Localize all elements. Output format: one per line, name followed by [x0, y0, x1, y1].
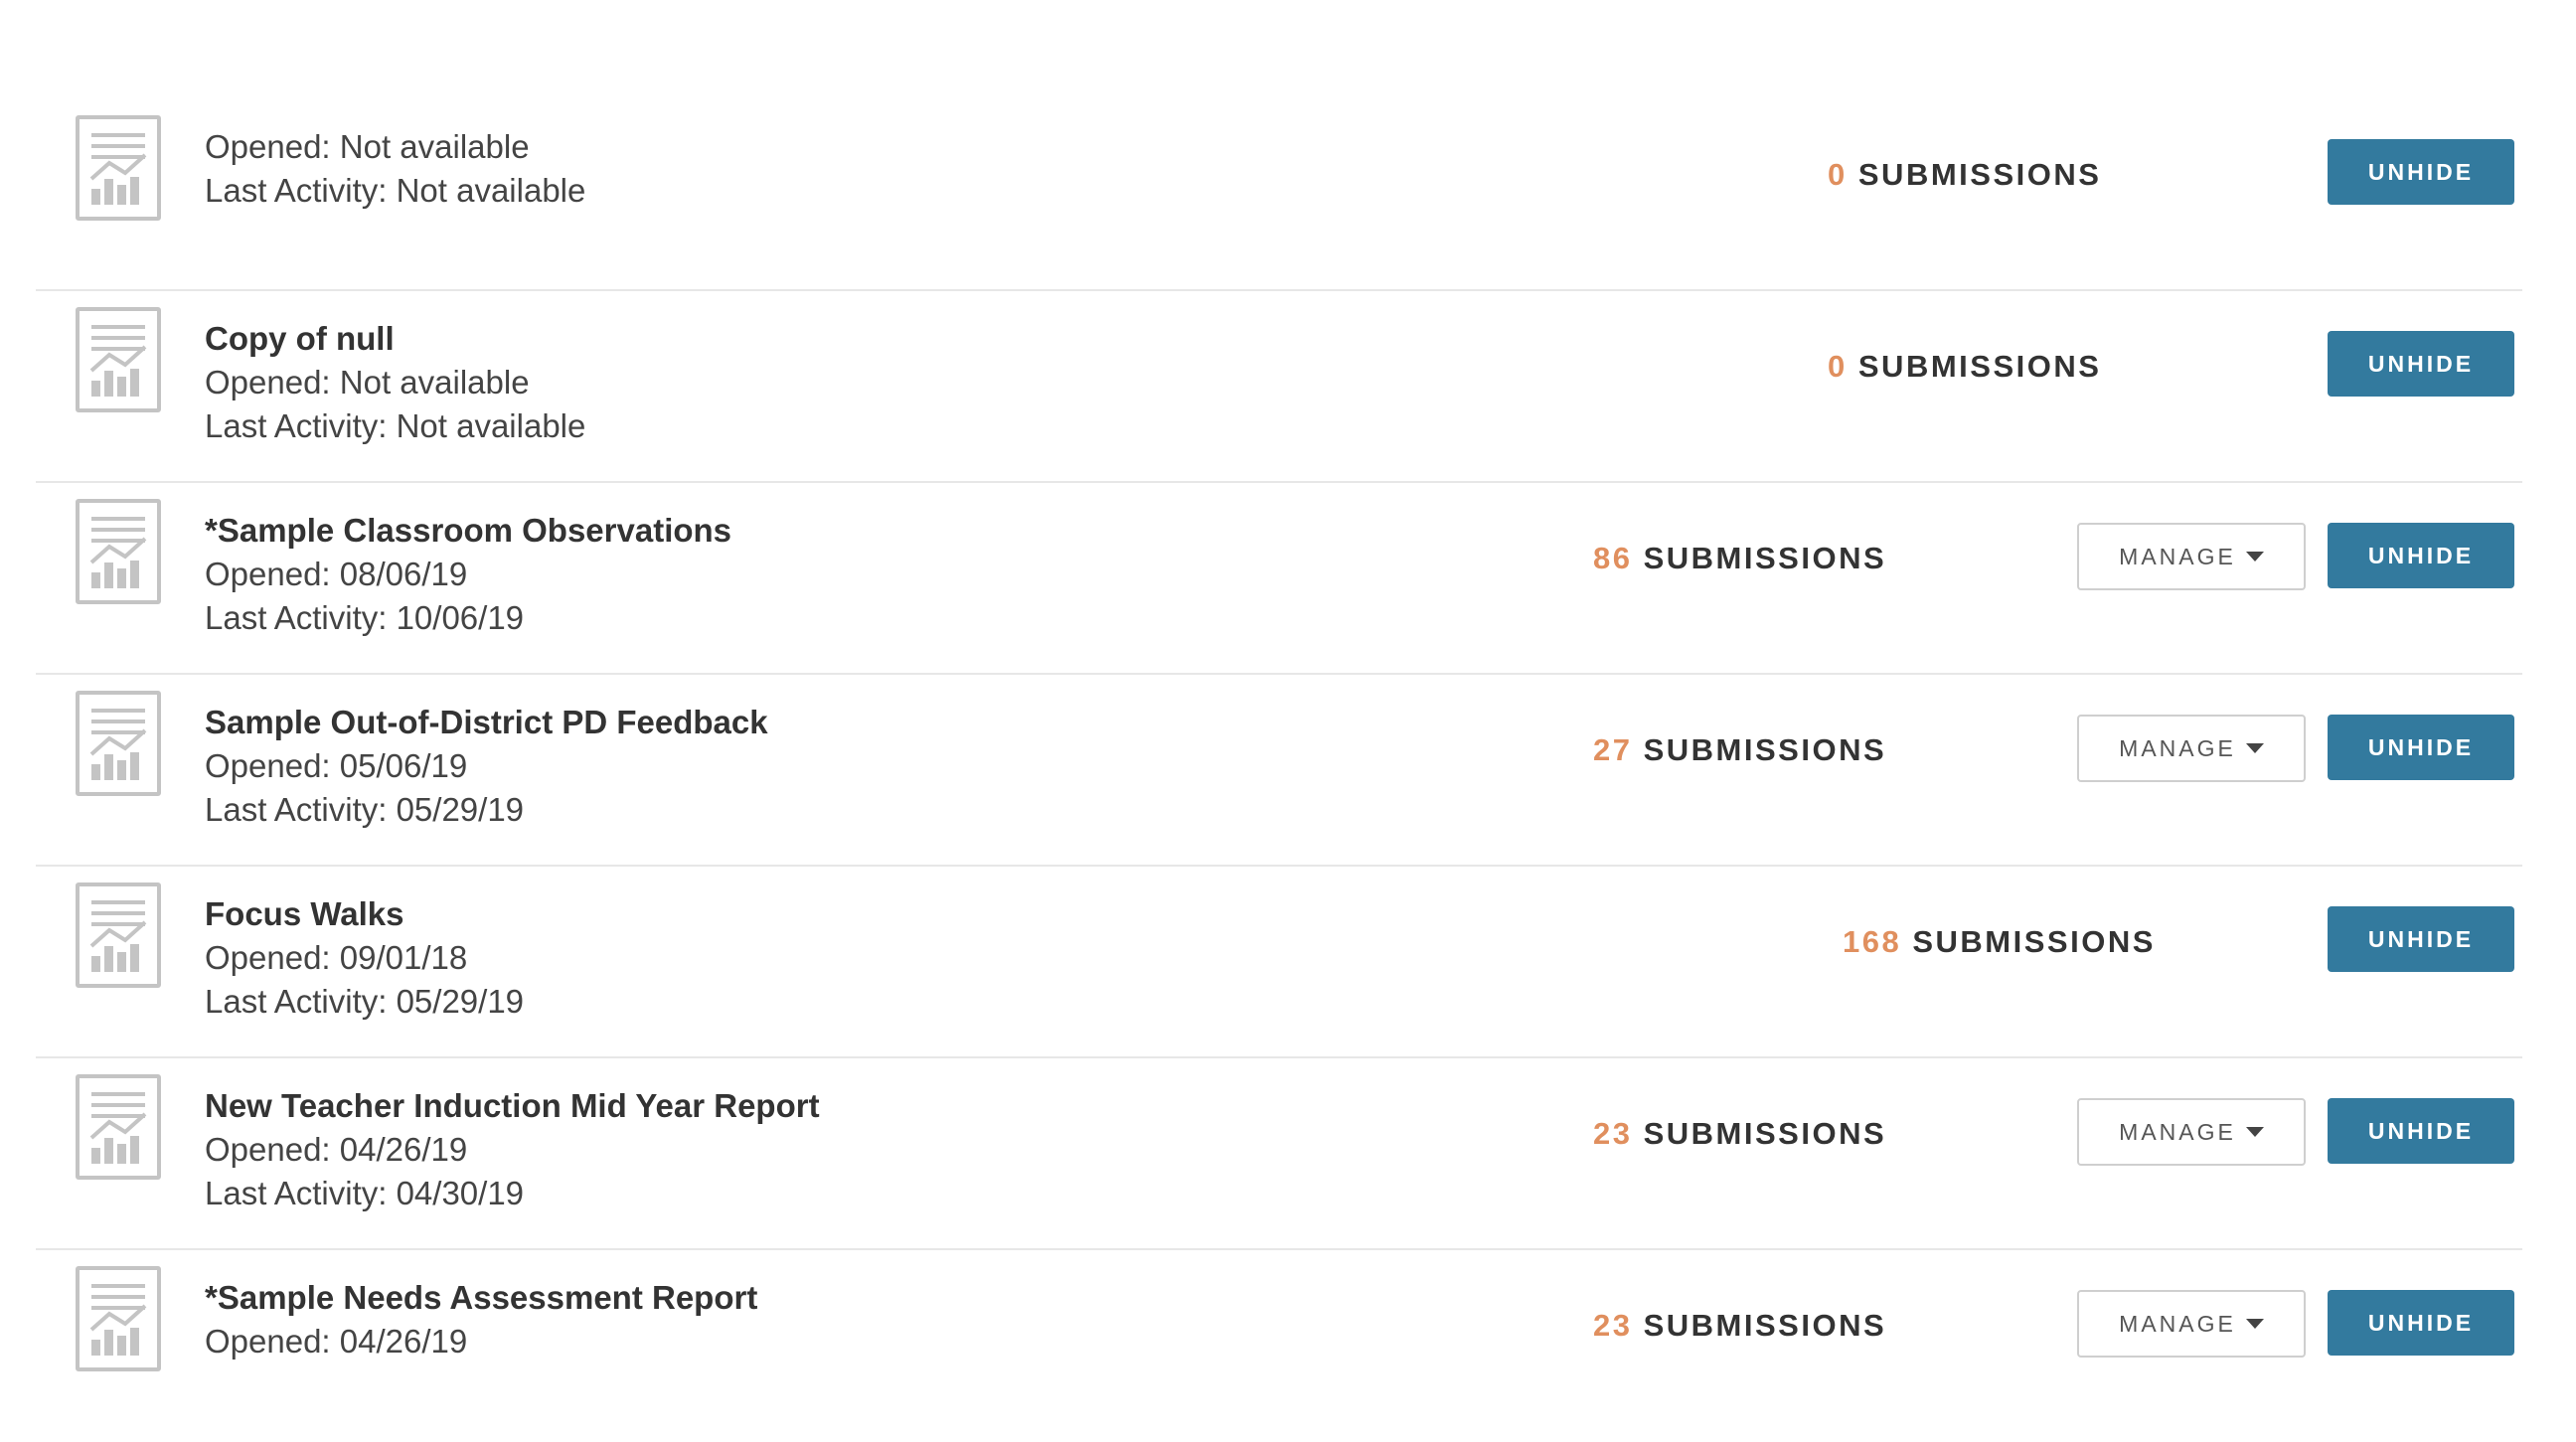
submission-number: 23 [1593, 1116, 1633, 1151]
submissions-count: 168 SUBMISSIONS [1843, 924, 2156, 960]
opened-date: Opened: 09/01/18 [205, 939, 468, 976]
submissions-label: SUBMISSIONS [1857, 349, 2102, 384]
form-info: *Sample Classroom Observations Opened: 0… [205, 509, 731, 640]
manage-dropdown-button[interactable]: MANAGE [2077, 1290, 2306, 1358]
submission-number: 27 [1593, 732, 1633, 767]
form-title[interactable]: Copy of null [205, 317, 585, 361]
form-info: *Sample Needs Assessment Report Opened: … [205, 1276, 757, 1363]
submissions-label: SUBMISSIONS [1643, 732, 1887, 767]
unhide-button[interactable]: UNHIDE [2328, 1290, 2514, 1356]
last-activity: Last Activity: Not available [205, 172, 586, 209]
manage-dropdown-button[interactable]: MANAGE [2077, 715, 2306, 782]
manage-label: MANAGE [2119, 1310, 2236, 1337]
unhide-button[interactable]: UNHIDE [2328, 1098, 2514, 1164]
last-activity: Last Activity: 05/29/19 [205, 791, 525, 828]
opened-date: Opened: 05/06/19 [205, 747, 468, 784]
last-activity: Last Activity: 04/30/19 [205, 1175, 525, 1211]
form-info: New Teacher Induction Mid Year Report Op… [205, 1084, 820, 1215]
opened-date: Opened: 04/26/19 [205, 1131, 468, 1168]
form-info: Opened: Not available Last Activity: Not… [205, 125, 585, 213]
submissions-count: 0 SUBMISSIONS [1828, 349, 2101, 385]
list-item: Opened: Not available Last Activity: Not… [36, 99, 2522, 291]
caret-down-icon [2245, 552, 2264, 561]
submissions-count: 23 SUBMISSIONS [1593, 1308, 1886, 1344]
list-item: *Sample Needs Assessment Report Opened: … [36, 1250, 2522, 1442]
opened-date: Opened: 04/26/19 [205, 1323, 468, 1360]
opened-date: Opened: Not available [205, 364, 530, 401]
submissions-label: SUBMISSIONS [1643, 1116, 1887, 1151]
manage-label: MANAGE [2119, 734, 2236, 761]
last-activity: Last Activity: 05/29/19 [205, 983, 525, 1020]
manage-label: MANAGE [2119, 1118, 2236, 1145]
opened-date: Opened: Not available [205, 128, 530, 165]
form-info: Sample Out-of-District PD Feedback Opene… [205, 701, 768, 832]
form-info: Focus Walks Opened: 09/01/18 Last Activi… [205, 892, 524, 1024]
form-title[interactable]: Sample Out-of-District PD Feedback [205, 701, 768, 744]
submissions-count: 0 SUBMISSIONS [1828, 157, 2101, 193]
submissions-count: 86 SUBMISSIONS [1593, 541, 1886, 576]
list-item: Copy of null Opened: Not available Last … [36, 291, 2522, 483]
unhide-button[interactable]: UNHIDE [2328, 331, 2514, 397]
unhide-button[interactable]: UNHIDE [2328, 139, 2514, 205]
last-activity: Last Activity: 10/06/19 [205, 599, 525, 636]
report-document-icon [76, 307, 161, 412]
submissions-label: SUBMISSIONS [1643, 1308, 1887, 1343]
report-document-icon [76, 1074, 161, 1180]
submissions-count: 27 SUBMISSIONS [1593, 732, 1886, 768]
submission-number: 86 [1593, 541, 1633, 575]
manage-dropdown-button[interactable]: MANAGE [2077, 523, 2306, 590]
unhide-button[interactable]: UNHIDE [2328, 523, 2514, 588]
last-activity: Last Activity: Not available [205, 407, 586, 444]
report-document-icon [76, 115, 161, 221]
submissions-label: SUBMISSIONS [1912, 924, 2156, 959]
list-item: *Sample Classroom Observations Opened: 0… [36, 483, 2522, 675]
list-item: New Teacher Induction Mid Year Report Op… [36, 1058, 2522, 1250]
report-document-icon [76, 499, 161, 604]
caret-down-icon [2245, 1127, 2264, 1137]
form-title[interactable]: *Sample Classroom Observations [205, 509, 731, 553]
form-title[interactable]: *Sample Needs Assessment Report [205, 1276, 757, 1320]
submission-number: 0 [1828, 349, 1848, 384]
unhide-button[interactable]: UNHIDE [2328, 906, 2514, 972]
report-document-icon [76, 1266, 161, 1371]
caret-down-icon [2245, 743, 2264, 753]
submission-number: 0 [1828, 157, 1848, 192]
submissions-label: SUBMISSIONS [1643, 541, 1887, 575]
unhide-button[interactable]: UNHIDE [2328, 715, 2514, 780]
submissions-label: SUBMISSIONS [1857, 157, 2102, 192]
manage-label: MANAGE [2119, 543, 2236, 569]
form-title[interactable]: Focus Walks [205, 892, 524, 936]
submissions-count: 23 SUBMISSIONS [1593, 1116, 1886, 1152]
submission-number: 23 [1593, 1308, 1633, 1343]
submission-number: 168 [1843, 924, 1902, 959]
report-document-icon [76, 691, 161, 796]
list-item: Focus Walks Opened: 09/01/18 Last Activi… [36, 867, 2522, 1058]
form-title[interactable]: New Teacher Induction Mid Year Report [205, 1084, 820, 1128]
list-item: Sample Out-of-District PD Feedback Opene… [36, 675, 2522, 867]
hidden-forms-list: Opened: Not available Last Activity: Not… [36, 99, 2522, 1442]
manage-dropdown-button[interactable]: MANAGE [2077, 1098, 2306, 1166]
caret-down-icon [2245, 1319, 2264, 1329]
report-document-icon [76, 882, 161, 988]
opened-date: Opened: 08/06/19 [205, 556, 468, 592]
form-info: Copy of null Opened: Not available Last … [205, 317, 585, 448]
